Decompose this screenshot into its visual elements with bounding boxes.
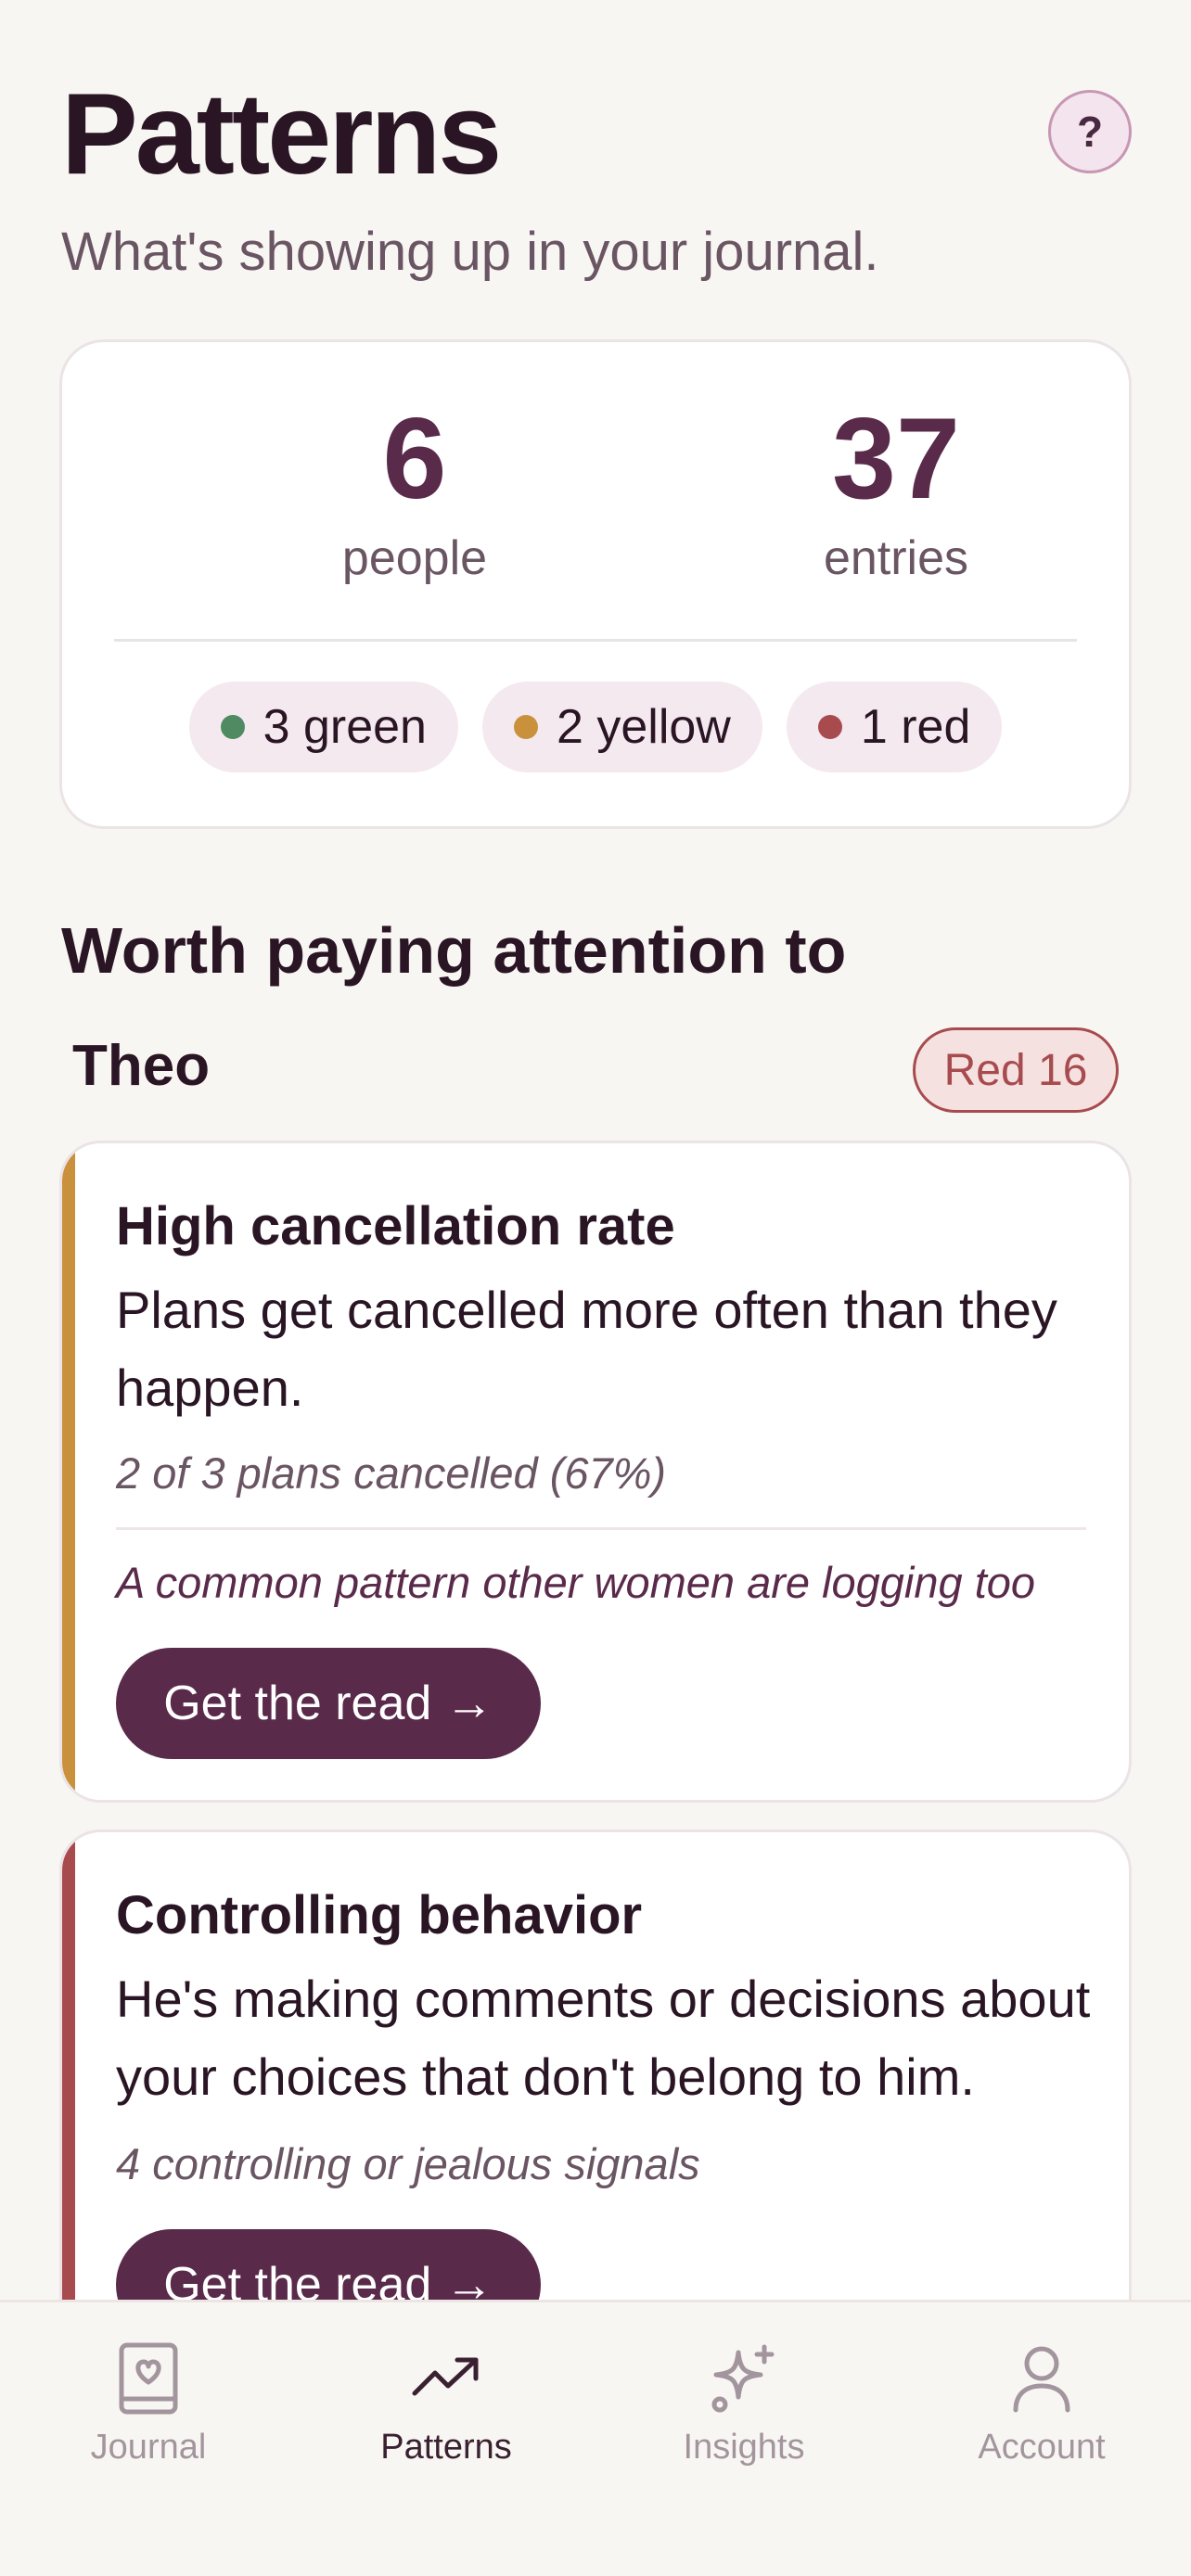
tab-account-label: Account (978, 2428, 1106, 2467)
card-note: A common pattern other women are logging… (116, 1558, 1036, 1607)
journal-heart-icon (119, 2342, 178, 2415)
yellow-count-pill: 2 yellow (481, 682, 762, 772)
person-icon (1013, 2346, 1070, 2413)
get-the-read-button[interactable]: Get the read → (116, 1648, 541, 1759)
yellow-dot-icon (513, 715, 538, 739)
card-description: He's making comments or decisions about … (116, 1970, 1091, 2106)
page-subtitle: What's showing up in your journal. (61, 222, 879, 282)
trend-up-icon (412, 2357, 479, 2396)
card-title: High cancellation rate (116, 1196, 675, 1256)
red-count-pill: 1 red (786, 682, 1003, 772)
page-title: Patterns (61, 70, 502, 198)
tab-patterns[interactable]: Patterns (335, 2341, 557, 2469)
red-dot-icon (817, 715, 842, 739)
card-description: Plans get cancelled more often than they… (116, 1281, 1057, 1417)
status-badge: Red 16 (913, 1027, 1119, 1113)
tab-journal-label: Journal (90, 2428, 207, 2467)
summary-divider (114, 639, 1077, 642)
question-mark-icon: ? (1076, 108, 1104, 156)
entries-count: 37 (832, 395, 960, 523)
green-count-pill: 3 green (188, 682, 458, 772)
patterns-screen: Patterns What's showing up in your journ… (0, 0, 1191, 2576)
tab-bar: Journal Patterns Insights Account (0, 2300, 1191, 2576)
card-title: Controlling behavior (116, 1885, 643, 1945)
card-stat: 2 of 3 plans cancelled (67%) (116, 1448, 667, 1498)
yellow-count-label: 2 yellow (556, 700, 731, 754)
tab-patterns-label: Patterns (380, 2428, 512, 2467)
green-count-label: 3 green (263, 700, 427, 754)
people-stat: 6 people (248, 394, 582, 589)
people-label: people (341, 531, 488, 585)
red-count-label: 1 red (860, 700, 971, 754)
tab-journal[interactable]: Journal (37, 2341, 260, 2469)
tab-account[interactable]: Account (930, 2341, 1153, 2469)
section-title: Worth paying attention to (61, 914, 847, 987)
card-accent-bar (62, 1143, 75, 1800)
help-button[interactable]: ? (1048, 90, 1132, 173)
entries-stat: 37 entries (729, 394, 1063, 589)
card-divider (116, 1527, 1086, 1530)
sparkle-icon (711, 2344, 775, 2413)
entries-label: entries (823, 531, 969, 585)
card-stat: 4 controlling or jealous signals (116, 2139, 700, 2188)
people-count: 6 (382, 395, 447, 523)
person-name: Theo (72, 1034, 211, 1098)
insight-card: High cancellation rate Plans get cancell… (59, 1141, 1132, 1803)
tab-insights-label: Insights (683, 2428, 805, 2467)
summary-card: 6 people 37 entries 3 green 2 yellow 1 r… (59, 339, 1132, 829)
status-pills: 3 green 2 yellow 1 red (62, 682, 1129, 772)
tab-insights[interactable]: Insights (633, 2341, 855, 2469)
green-dot-icon (220, 715, 245, 739)
